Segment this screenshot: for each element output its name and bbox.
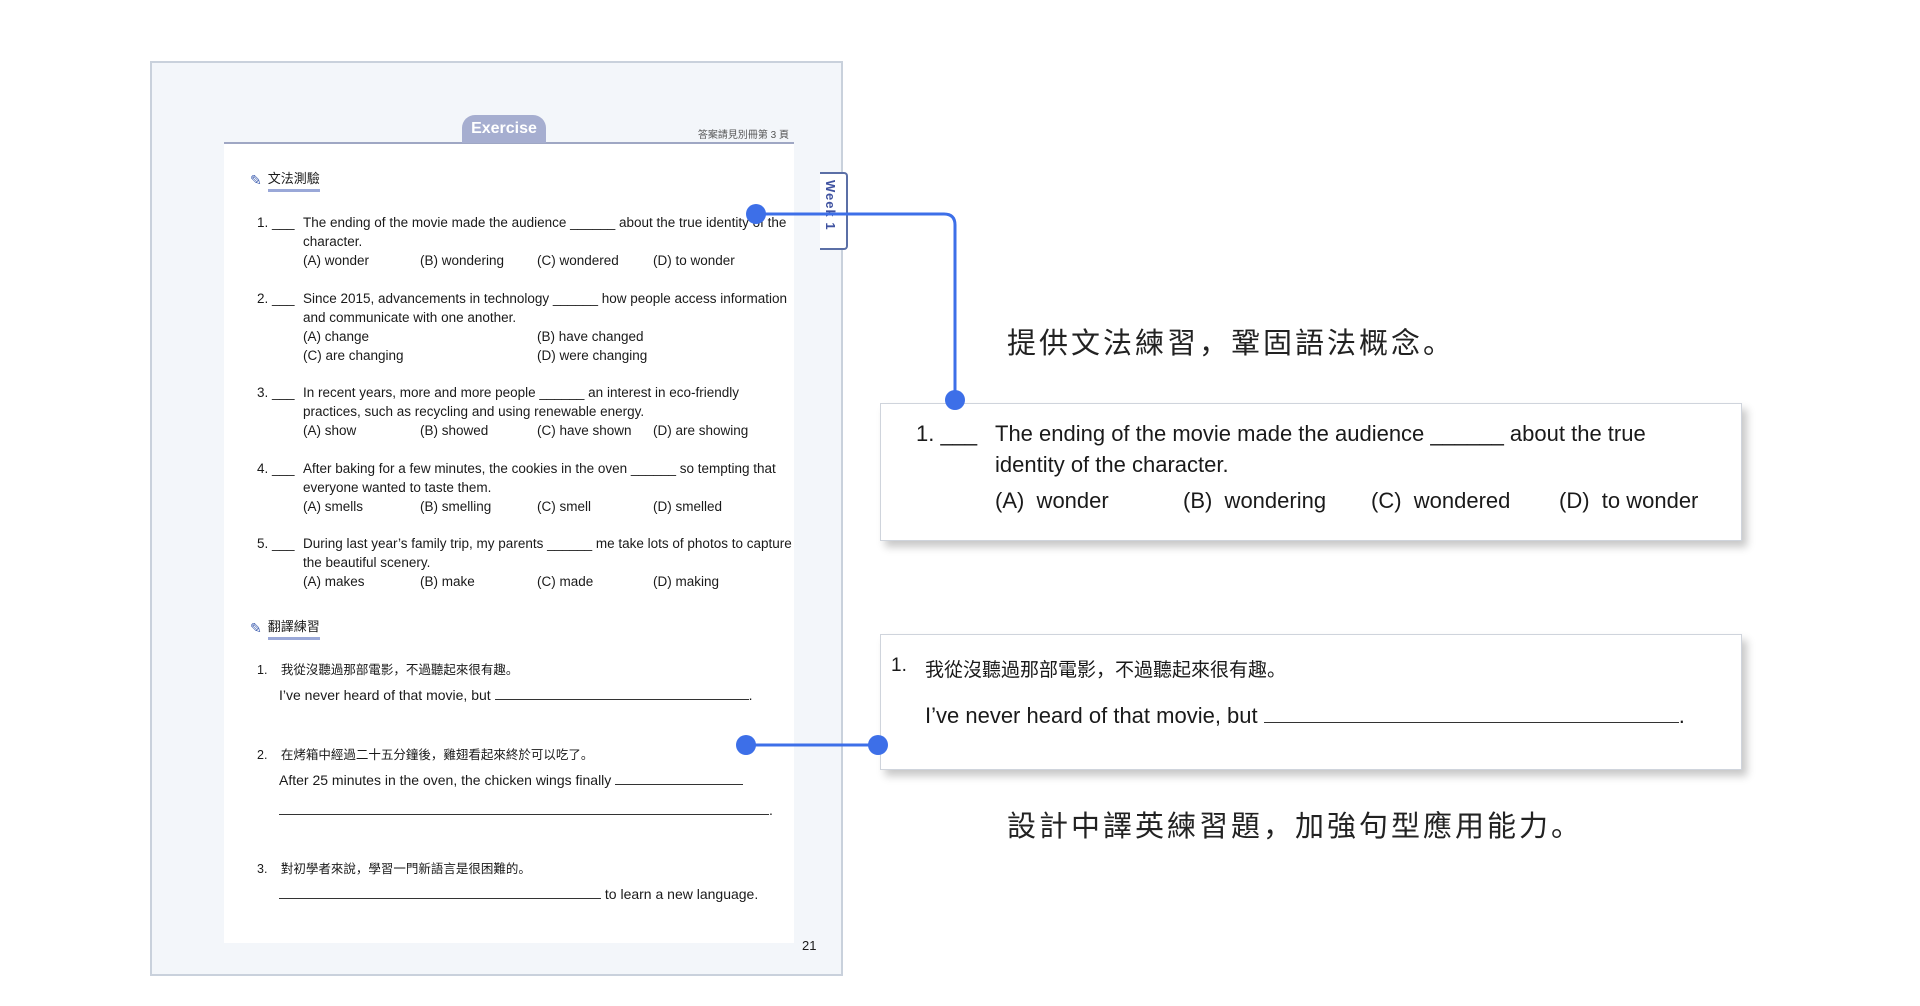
translation-connector-dot-end — [868, 735, 888, 755]
grammar-connector-dot-end — [945, 390, 965, 410]
grammar-connector-line — [756, 212, 957, 400]
translation-connector-dot-start — [736, 735, 756, 755]
grammar-connector-dot-start — [746, 204, 766, 224]
connector-lines — [736, 204, 965, 755]
